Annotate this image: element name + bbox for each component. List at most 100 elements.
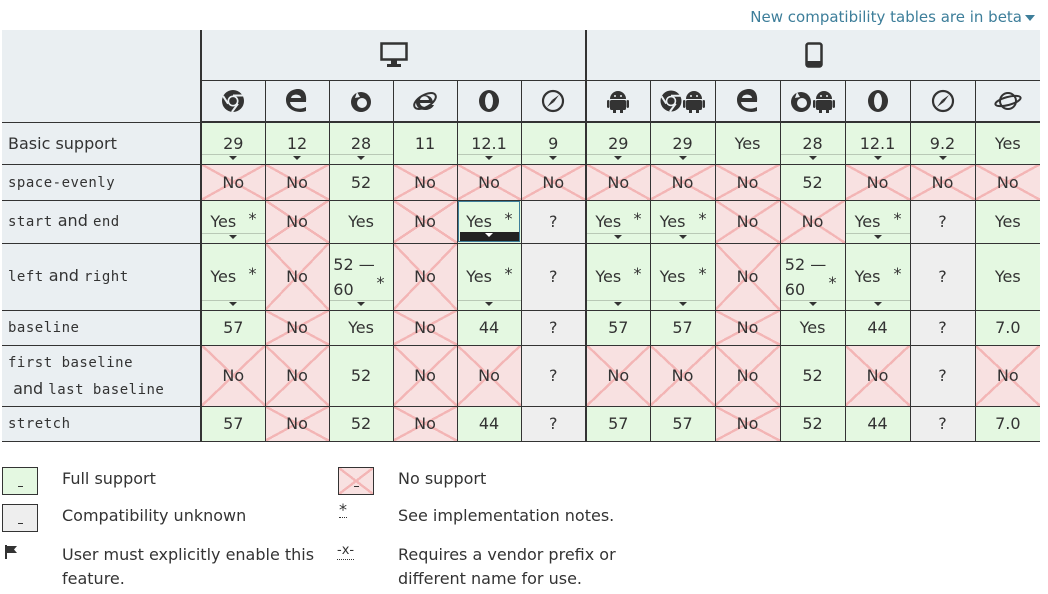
expand-toggle[interactable]	[202, 232, 265, 242]
support-cell-android-webview[interactable]: 29	[585, 122, 650, 165]
expand-toggle[interactable]	[457, 153, 521, 163]
support-cell-firefox: 52	[328, 406, 393, 442]
expand-toggle[interactable]	[587, 153, 650, 163]
support-cell-safari-ios: ?	[909, 200, 975, 244]
feature-conj: and	[52, 211, 93, 230]
support-cell-opera[interactable]: Yes *	[456, 200, 521, 244]
feature-code: end	[92, 214, 120, 230]
expand-toggle[interactable]	[329, 299, 393, 309]
expand-toggle[interactable]	[521, 153, 585, 163]
support-value: Yes	[854, 267, 881, 286]
support-cell-android-webview[interactable]: Yes *	[585, 200, 650, 244]
support-value: No	[478, 172, 500, 192]
browser-header-safari	[520, 80, 587, 123]
expand-toggle[interactable]	[459, 231, 519, 241]
feature-name: left and right	[2, 243, 202, 311]
support-cell-safari: ?	[520, 345, 587, 407]
support-cell-edge: No	[264, 200, 329, 244]
support-value: Yes	[348, 212, 374, 231]
legend-full-swatch	[2, 467, 38, 495]
support-value: Yes	[659, 267, 686, 286]
expand-toggle[interactable]	[329, 153, 393, 163]
support-cell-edge-mobile: No	[714, 243, 780, 311]
support-cell-chrome[interactable]: Yes *	[200, 243, 265, 311]
notes-asterisk: *	[698, 208, 707, 228]
support-cell-samsung-internet: Yes	[974, 122, 1041, 165]
support-range: 52 —60	[333, 254, 375, 299]
flag-icon	[5, 545, 17, 559]
support-value: No	[414, 318, 436, 337]
support-value: No	[286, 414, 308, 433]
expand-toggle[interactable]	[587, 232, 650, 242]
browser-header-chrome-android	[649, 80, 715, 123]
support-cell-opera: No	[456, 345, 521, 407]
expand-toggle[interactable]	[265, 153, 329, 163]
support-cell-opera-android[interactable]: Yes *	[844, 200, 910, 244]
expand-toggle[interactable]	[910, 153, 975, 163]
expand-toggle[interactable]	[650, 299, 715, 309]
support-cell-chrome[interactable]: Yes *	[200, 200, 265, 244]
support-cell-opera: 44	[456, 310, 521, 346]
support-cell-ie: No	[392, 310, 457, 346]
browser-header-opera	[456, 80, 521, 123]
ie-icon	[413, 92, 437, 111]
support-cell-chrome[interactable]: 29	[200, 122, 265, 165]
expand-toggle[interactable]	[845, 299, 910, 309]
safari-ios-icon	[931, 89, 954, 113]
support-cell-samsung-internet: No	[974, 345, 1041, 407]
chrome-android-icon	[660, 90, 705, 113]
support-cell-safari-ios[interactable]: 9.2	[909, 122, 975, 165]
support-cell-edge[interactable]: 12	[264, 122, 329, 165]
support-cell-edge-mobile: No	[714, 310, 780, 346]
support-cell-firefox[interactable]: 52 — 6052 —60*	[328, 243, 393, 311]
support-cell-android-webview[interactable]: Yes *	[585, 243, 650, 311]
expand-toggle[interactable]	[202, 299, 265, 309]
support-cell-firefox: 52	[328, 164, 393, 201]
support-cell-safari[interactable]: 9	[520, 122, 587, 165]
support-value: No	[607, 172, 630, 192]
feature-code: left	[8, 269, 44, 285]
support-value: 44	[867, 318, 888, 337]
support-cell-firefox[interactable]: 28	[328, 122, 393, 165]
support-cell-opera-android: 44	[844, 406, 910, 442]
expand-toggle[interactable]	[202, 153, 265, 163]
expand-toggle[interactable]	[587, 299, 650, 309]
support-cell-chrome-android[interactable]: 29	[649, 122, 715, 165]
support-cell-chrome-android[interactable]: Yes *	[649, 200, 715, 244]
support-cell-opera: No	[456, 164, 521, 201]
support-value: 44	[867, 414, 888, 433]
support-cell-edge-mobile: No	[714, 406, 780, 442]
support-cell-firefox-android[interactable]: 28	[779, 122, 845, 165]
support-cell-opera-android[interactable]: 12.1	[844, 122, 910, 165]
expand-toggle[interactable]	[780, 153, 845, 163]
support-cell-firefox-android: 52	[779, 345, 845, 407]
expand-toggle[interactable]	[650, 232, 715, 242]
expand-toggle[interactable]	[650, 153, 715, 163]
expand-toggle[interactable]	[780, 299, 845, 309]
feature-label: Basic support	[8, 133, 117, 153]
support-value: 29	[608, 133, 629, 153]
support-value: Yes	[466, 212, 492, 231]
support-value: ?	[938, 267, 947, 286]
support-cell-firefox-android[interactable]: 52 — 6052 —60*	[779, 243, 845, 311]
support-cell-opera-android[interactable]: Yes *	[844, 243, 910, 311]
expand-toggle[interactable]	[845, 153, 910, 163]
support-cell-firefox: 52	[328, 345, 393, 407]
notes-asterisk: *	[893, 263, 902, 283]
support-value: No	[286, 267, 308, 286]
support-cell-safari-ios: No	[909, 164, 975, 201]
support-cell-opera: 44	[456, 406, 521, 442]
support-cell-chrome-android[interactable]: Yes *	[649, 243, 715, 311]
support-value: 9	[548, 133, 559, 153]
beta-tables-link[interactable]: New compatibility tables are in beta	[750, 8, 1035, 26]
support-cell-chrome-android: No	[649, 345, 715, 407]
expand-toggle[interactable]	[457, 299, 521, 309]
support-cell-chrome: No	[200, 345, 265, 407]
support-range: 52 —60	[784, 254, 827, 299]
support-cell-opera[interactable]: Yes *	[456, 243, 521, 311]
support-cell-samsung-internet: 7.0	[974, 406, 1041, 442]
support-value: No	[414, 172, 436, 192]
expand-toggle[interactable]	[845, 232, 910, 242]
support-cell-opera[interactable]: 12.1	[456, 122, 521, 165]
mobile-platform-header	[586, 30, 1041, 81]
